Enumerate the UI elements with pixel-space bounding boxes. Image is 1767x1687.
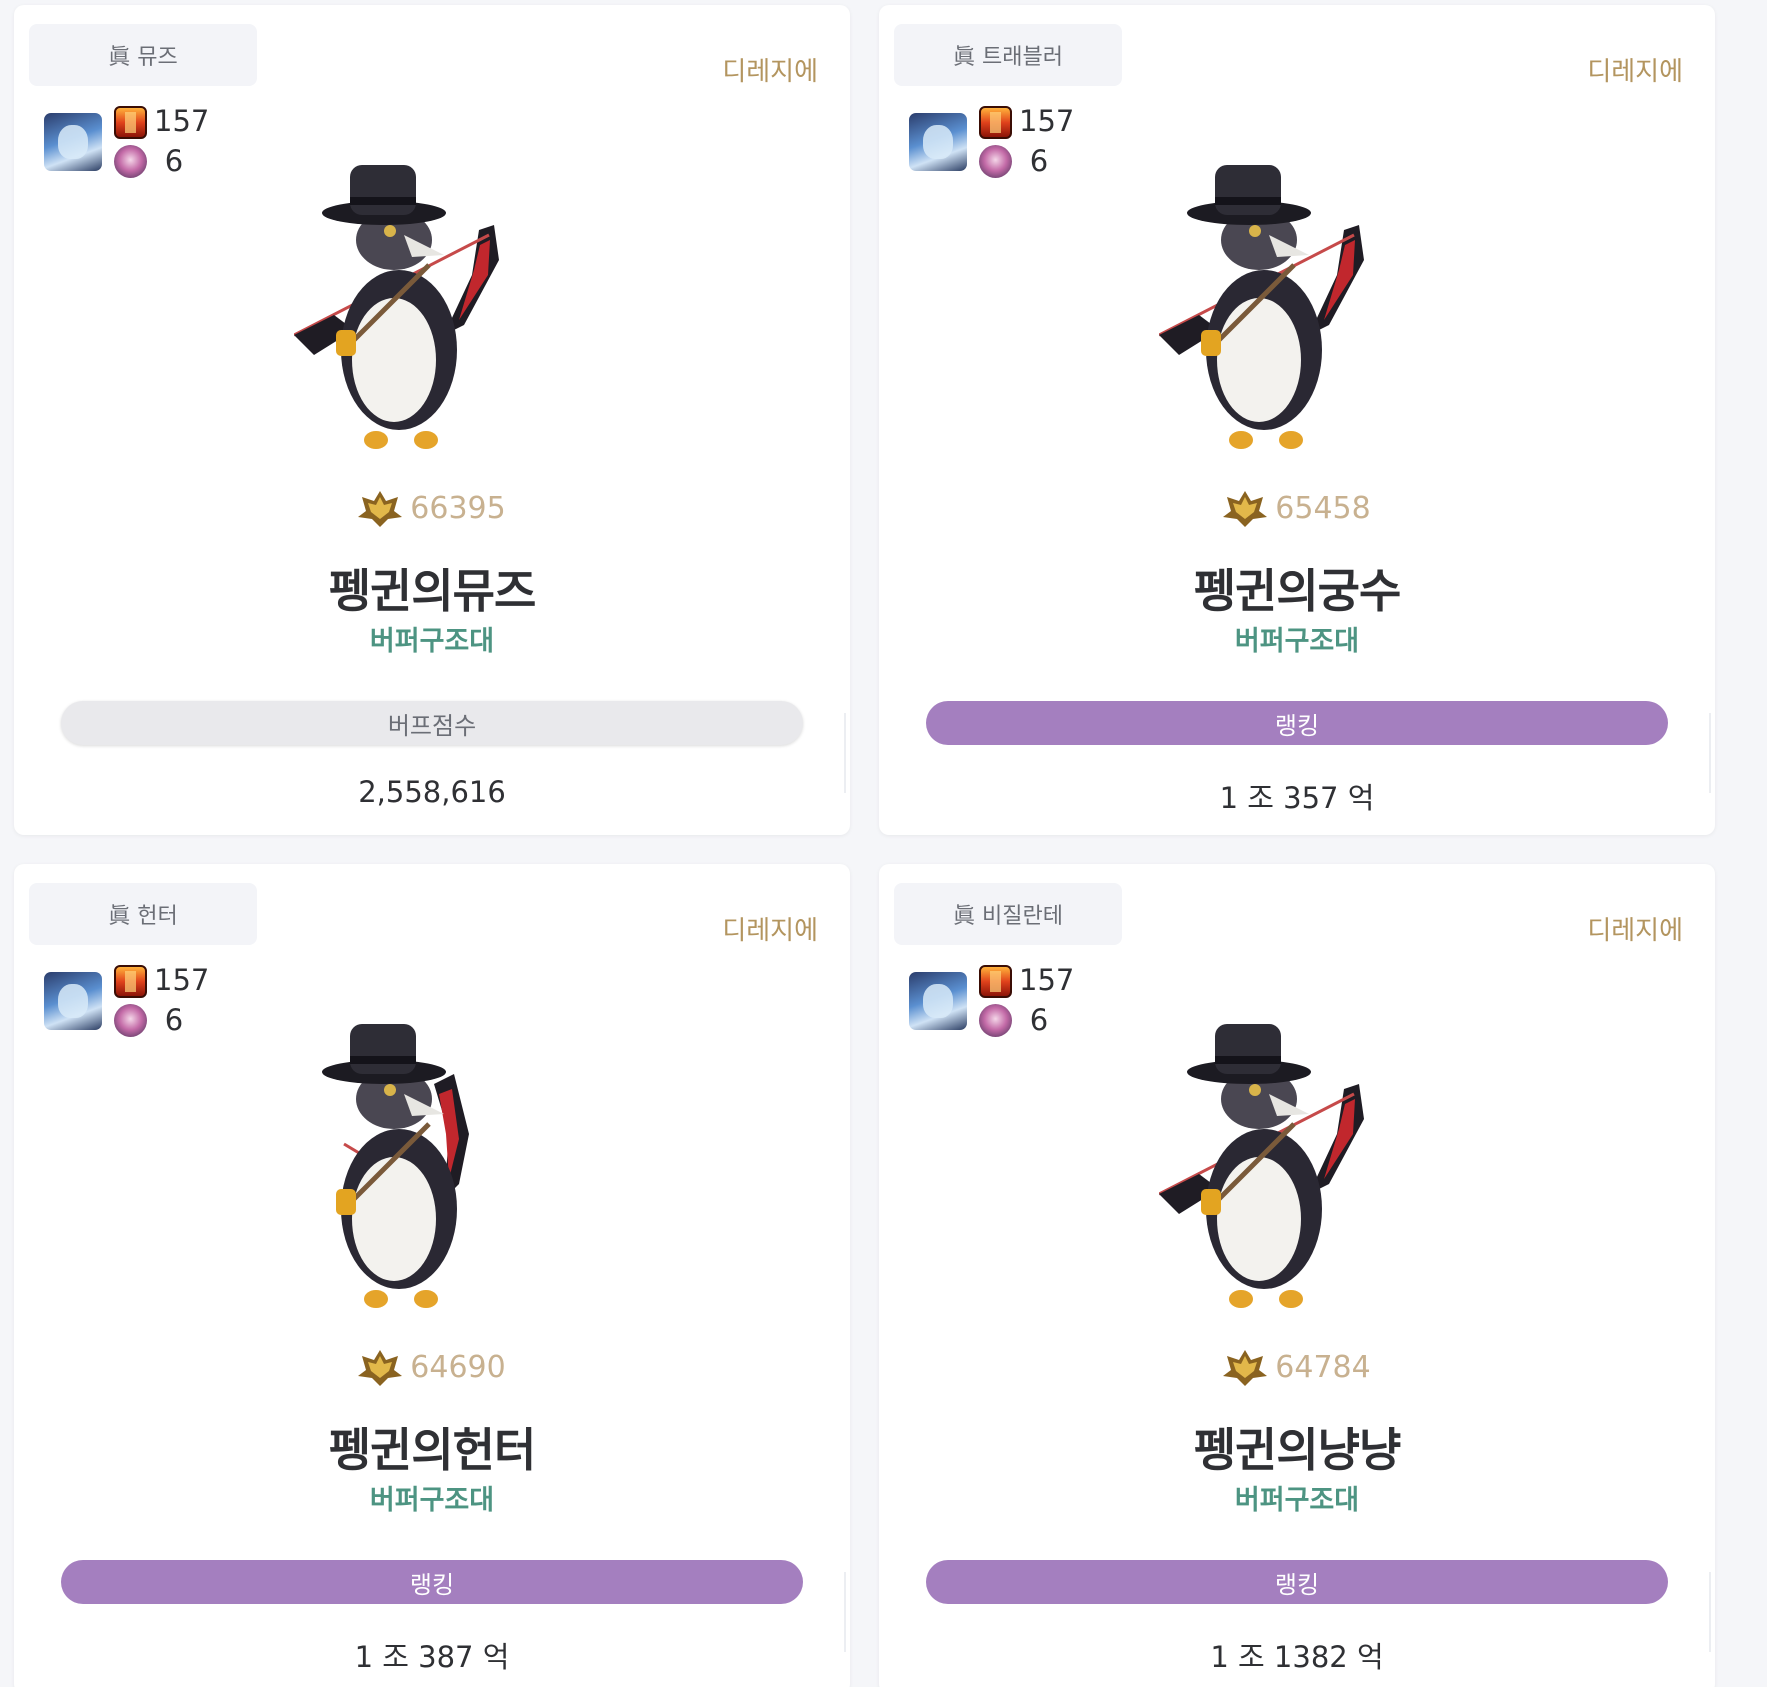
server-name: 디레지에: [722, 57, 818, 87]
score-value: 1 조 1382 억: [1210, 1640, 1384, 1674]
character-name[interactable]: 펭귄의뮤즈: [14, 555, 850, 621]
rune-level: 157: [154, 104, 210, 138]
divider: [844, 1572, 846, 1652]
stats-block: 157 6: [909, 103, 1089, 183]
character-card[interactable]: 眞 헌터 디레지에 157 6 64690 펭귄의헌터 버퍼구조대 랭킹 1 조…: [14, 864, 850, 1687]
rune-level: 157: [1019, 104, 1075, 138]
server-name: 디레지에: [1587, 916, 1683, 946]
stats-block: 157 6: [909, 962, 1089, 1042]
guild-name[interactable]: 버퍼구조대: [879, 619, 1715, 658]
fame-value: 66395: [410, 490, 506, 526]
pet-value: 6: [1029, 144, 1049, 178]
character-card[interactable]: 眞 트래블러 디레지에 157 6 65458 펭귄의궁수 버퍼구조대 랭킹 1…: [879, 5, 1715, 835]
rune-book-icon: [114, 965, 147, 998]
job-tag: 眞 트래블러: [894, 24, 1122, 86]
character-card[interactable]: 眞 뮤즈 디레지에 157 6 66395 펭귄의뮤즈 버퍼구조대 버프점수 2…: [14, 5, 850, 835]
rune-level: 157: [154, 963, 210, 997]
buff-score-pill: 버프점수: [61, 701, 803, 745]
server-name: 디레지에: [1587, 57, 1683, 87]
divider: [1709, 1572, 1711, 1652]
character-sprite: [1159, 165, 1364, 449]
character-portrait-icon: [909, 972, 967, 1030]
creature-icon: [979, 145, 1012, 178]
guild-name[interactable]: 버퍼구조대: [14, 1478, 850, 1517]
job-tag: 眞 비질란테: [894, 883, 1122, 945]
score-value: 1 조 357 억: [1219, 781, 1375, 815]
stats-block: 157 6: [44, 103, 224, 183]
ranking-pill: 랭킹: [926, 1560, 1668, 1604]
character-grid: 眞 뮤즈 디레지에 157 6 66395 펭귄의뮤즈 버퍼구조대 버프점수 2…: [0, 0, 1767, 1687]
ranking-pill: 랭킹: [61, 1560, 803, 1604]
fame-value: 64784: [1275, 1349, 1371, 1385]
character-name[interactable]: 펭귄의궁수: [879, 555, 1715, 621]
ranking-pill: 랭킹: [926, 701, 1668, 745]
score-value: 2,558,616: [358, 775, 506, 809]
fame-crest-icon: [358, 491, 403, 527]
creature-icon: [114, 145, 147, 178]
creature-icon: [979, 1004, 1012, 1037]
score-value: 1 조 387 억: [354, 1640, 510, 1674]
divider: [1709, 713, 1711, 793]
fame: 64690: [14, 1348, 850, 1386]
fame-crest-icon: [1223, 1350, 1268, 1386]
fame: 65458: [879, 489, 1715, 527]
guild-name[interactable]: 버퍼구조대: [879, 1478, 1715, 1517]
job-tag: 眞 헌터: [29, 883, 257, 945]
character-sprite: [1159, 1024, 1364, 1308]
fame: 66395: [14, 489, 850, 527]
character-name[interactable]: 펭귄의헌터: [14, 1414, 850, 1480]
rune-level: 157: [1019, 963, 1075, 997]
rune-book-icon: [114, 106, 147, 139]
rune-book-icon: [979, 965, 1012, 998]
stats-block: 157 6: [44, 962, 224, 1042]
fame-crest-icon: [358, 1350, 403, 1386]
character-card[interactable]: 眞 비질란테 디레지에 157 6 64784 펭귄의냥냥 버퍼구조대 랭킹 1…: [879, 864, 1715, 1687]
rune-book-icon: [979, 106, 1012, 139]
pet-value: 6: [1029, 1003, 1049, 1037]
pet-value: 6: [164, 1003, 184, 1037]
character-name[interactable]: 펭귄의냥냥: [879, 1414, 1715, 1480]
pet-value: 6: [164, 144, 184, 178]
fame-value: 64690: [410, 1349, 506, 1385]
character-portrait-icon: [909, 113, 967, 171]
creature-icon: [114, 1004, 147, 1037]
character-portrait-icon: [44, 972, 102, 1030]
divider: [844, 713, 846, 793]
fame-value: 65458: [1275, 490, 1371, 526]
server-name: 디레지에: [722, 916, 818, 946]
guild-name[interactable]: 버퍼구조대: [14, 619, 850, 658]
job-tag: 眞 뮤즈: [29, 24, 257, 86]
fame: 64784: [879, 1348, 1715, 1386]
character-sprite: [294, 165, 499, 449]
character-portrait-icon: [44, 113, 102, 171]
character-sprite: [322, 1024, 469, 1308]
fame-crest-icon: [1223, 491, 1268, 527]
